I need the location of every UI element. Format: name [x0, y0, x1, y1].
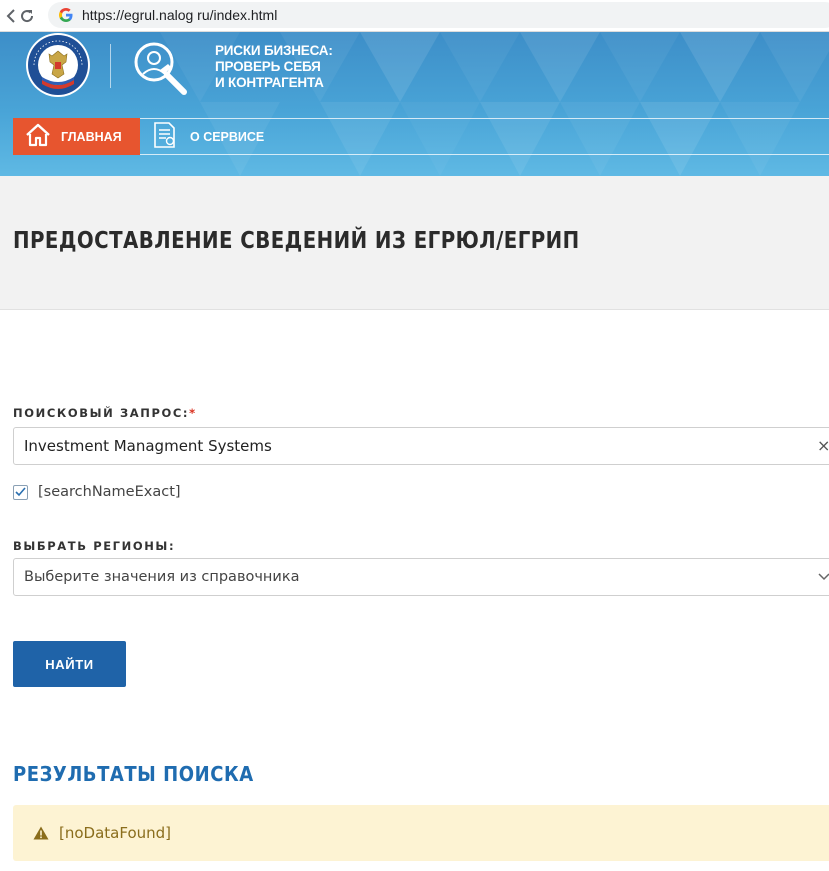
regions-label: ВЫБРАТЬ РЕГИОНЫ:	[13, 539, 176, 553]
search-button[interactable]: НАЙТИ	[13, 641, 126, 687]
address-bar[interactable]: https://egrul.nalog ru/index.html	[48, 2, 829, 28]
service-title-line: И КОНТРАГЕНТА	[215, 75, 324, 90]
document-icon	[152, 121, 178, 153]
regions-select[interactable]: Выберите значения из справочника	[13, 558, 829, 596]
search-query-label: ПОИСКОВЫЙ ЗАПРОС:*	[13, 406, 197, 420]
nav-tab-about[interactable]: О СЕРВИСЕ	[152, 122, 264, 152]
exact-name-label: [searchNameExact]	[38, 484, 181, 500]
magnifier-wrench-icon[interactable]	[130, 38, 190, 98]
checkmark-icon	[15, 487, 26, 497]
no-results-alert: [noDataFound]	[13, 805, 829, 861]
page-title: ПРЕДОСТАВЛЕНИЕ СВЕДЕНИЙ ИЗ ЕГРЮЛ/ЕГРИП	[13, 228, 580, 254]
google-icon	[58, 7, 74, 23]
search-query-label-text: ПОИСКОВЫЙ ЗАПРОС:	[13, 406, 190, 420]
search-query-input[interactable]	[13, 427, 829, 465]
exact-name-checkbox[interactable]	[13, 484, 28, 500]
home-icon	[25, 123, 51, 151]
chevron-down-icon	[818, 573, 829, 581]
site-header: РИСКИ БИЗНЕСА: ПРОВЕРЬ СЕБЯ И КОНТРАГЕНТ…	[0, 32, 829, 176]
regions-select-placeholder: Выберите значения из справочника	[24, 569, 300, 585]
results-title: РЕЗУЛЬТАТЫ ПОИСКА	[13, 762, 254, 786]
nav-about-label: О СЕРВИСЕ	[190, 130, 265, 144]
nav-home-label: ГЛАВНАЯ	[61, 129, 122, 144]
reload-icon[interactable]	[16, 5, 38, 27]
service-title-line: РИСКИ БИЗНЕСА:	[215, 43, 333, 58]
service-title-line: ПРОВЕРЬ СЕБЯ	[215, 59, 321, 74]
address-url: https://egrul.nalog ru/index.html	[82, 7, 278, 23]
exact-name-option[interactable]: [searchNameExact]	[13, 484, 181, 500]
nav-border-bottom	[140, 154, 829, 155]
nav-border-top	[140, 118, 829, 119]
warning-icon	[33, 826, 49, 840]
no-results-message: [noDataFound]	[59, 824, 172, 842]
service-title[interactable]: РИСКИ БИЗНЕСА: ПРОВЕРЬ СЕБЯ И КОНТРАГЕНТ…	[215, 43, 333, 91]
browser-toolbar: https://egrul.nalog ru/index.html	[0, 0, 829, 32]
fns-emblem-icon[interactable]	[24, 32, 92, 102]
header-divider	[110, 44, 111, 88]
nav-tab-home[interactable]: ГЛАВНАЯ	[13, 118, 140, 155]
page-title-band: ПРЕДОСТАВЛЕНИЕ СВЕДЕНИЙ ИЗ ЕГРЮЛ/ЕГРИП	[0, 176, 829, 310]
clear-input-icon[interactable]: ×	[817, 436, 829, 455]
required-mark: *	[189, 406, 197, 420]
